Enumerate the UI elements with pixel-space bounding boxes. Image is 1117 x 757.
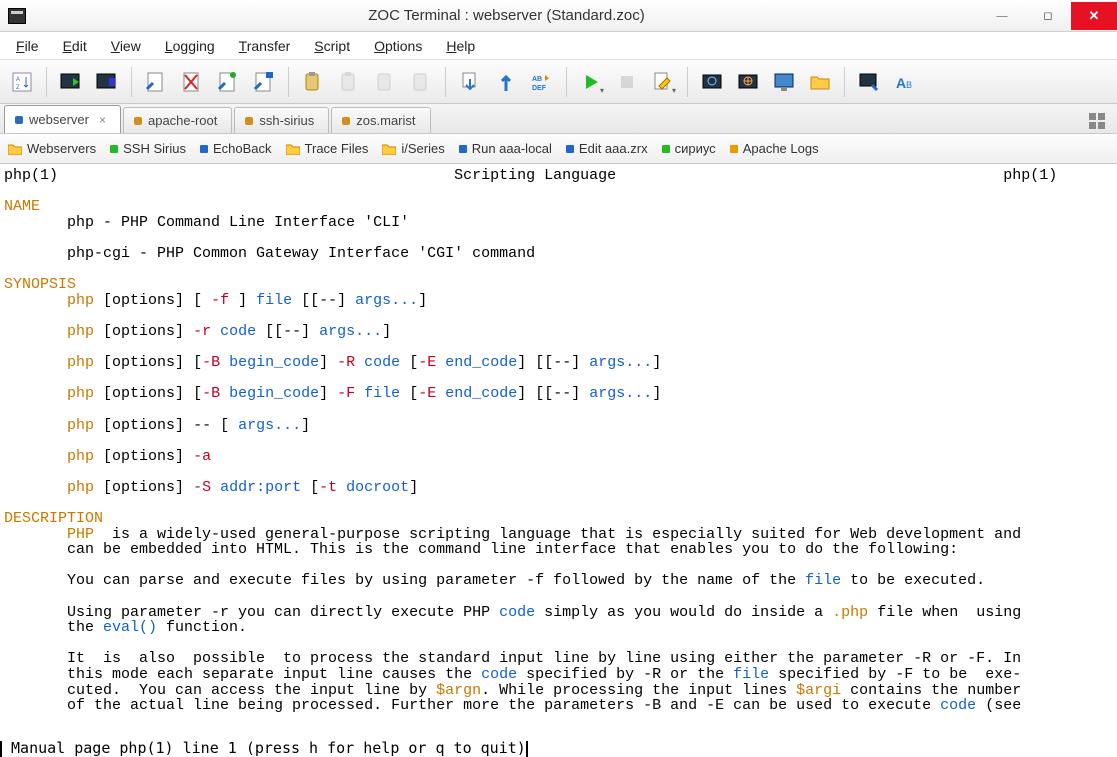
maximize-button[interactable]: ◻ — [1025, 2, 1071, 30]
edit-script-button[interactable]: ▾ — [647, 66, 679, 98]
quick-connect-2-button[interactable] — [91, 66, 123, 98]
dot-icon — [110, 145, 118, 153]
menubar: File Edit View Logging Transfer Script O… — [0, 32, 1117, 60]
titlebar: ZOC Terminal : webserver (Standard.zoc) … — [0, 0, 1117, 32]
folder-icon — [286, 143, 300, 155]
send-text-button[interactable] — [140, 66, 172, 98]
tab-label: zos.marist — [356, 113, 415, 128]
clipboard-4-button[interactable] — [405, 66, 437, 98]
clipboard-paste-button[interactable] — [333, 66, 365, 98]
menu-script[interactable]: Script — [304, 35, 360, 57]
hostdir-button[interactable]: AZ — [6, 66, 38, 98]
pager-status: Manual page php(1) line 1 (press h for h… — [0, 741, 528, 757]
dot-icon — [566, 145, 574, 153]
dot-icon — [200, 145, 208, 153]
tab-apache-root[interactable]: apache-root — [123, 107, 232, 133]
menu-file[interactable]: File — [6, 35, 49, 57]
bookmark-webservers[interactable]: Webservers — [8, 141, 96, 156]
section-description: DESCRIPTION — [4, 510, 103, 527]
tab-label: apache-root — [148, 113, 217, 128]
dot-icon — [730, 145, 738, 153]
section-synopsis: SYNOPSIS — [4, 276, 76, 293]
menu-view[interactable]: View — [101, 35, 151, 57]
svg-text:B: B — [906, 80, 912, 90]
bookmark-sirius-ru[interactable]: сириус — [662, 141, 716, 156]
folder-icon — [382, 143, 396, 155]
bookmark-edit-aaa[interactable]: Edit aaa.zrx — [566, 141, 648, 156]
svg-text:Z: Z — [16, 85, 20, 91]
screen-2-button[interactable] — [732, 66, 764, 98]
bookmark-iseries[interactable]: i/Series — [382, 141, 444, 156]
tab-label: ssh-sirius — [259, 113, 314, 128]
tab-indicator-icon — [342, 117, 350, 125]
svg-text:A: A — [16, 77, 20, 83]
send-delete-button[interactable] — [176, 66, 208, 98]
tabbar: webserver × apache-root ssh-sirius zos.m… — [0, 104, 1117, 134]
tab-zos-marist[interactable]: zos.marist — [331, 107, 430, 133]
app-icon — [8, 8, 26, 24]
screen-tool-button[interactable] — [853, 66, 885, 98]
download-button[interactable] — [454, 66, 486, 98]
quick-connect-1-button[interactable] — [55, 66, 87, 98]
upload-button[interactable] — [490, 66, 522, 98]
window-title: ZOC Terminal : webserver (Standard.zoc) — [34, 7, 979, 24]
section-name: NAME — [4, 198, 40, 215]
tab-indicator-icon — [134, 117, 142, 125]
minimize-button[interactable]: — — [979, 2, 1025, 30]
bookmark-run-aaa[interactable]: Run aaa-local — [459, 141, 552, 156]
run-script-button[interactable]: ▾ — [575, 66, 607, 98]
send-text-3-button[interactable] — [248, 66, 280, 98]
tab-webserver[interactable]: webserver × — [4, 105, 121, 133]
terminal-output[interactable]: php(1) Scripting Language php(1) NAME ph… — [0, 164, 1117, 757]
bookmark-trace-files[interactable]: Trace Files — [286, 141, 369, 156]
bookmark-bar: Webservers SSH Sirius EchoBack Trace Fil… — [0, 134, 1117, 164]
bookmark-apache-logs[interactable]: Apache Logs — [730, 141, 819, 156]
toolbar: AZ ABDEF ▾ ▾ AB — [0, 60, 1117, 104]
window-controls: — ◻ ✕ — [979, 2, 1117, 30]
svg-text:A: A — [896, 75, 906, 91]
svg-text:DEF: DEF — [532, 85, 547, 92]
tab-close-icon[interactable]: × — [99, 113, 106, 127]
stop-script-button[interactable] — [611, 66, 643, 98]
monitor-button[interactable] — [768, 66, 800, 98]
menu-options[interactable]: Options — [364, 35, 432, 57]
menu-edit[interactable]: Edit — [53, 35, 97, 57]
text-send-button[interactable]: AB DEF — [526, 66, 558, 98]
tab-label: webserver — [29, 112, 89, 127]
dot-icon — [662, 145, 670, 153]
menu-transfer[interactable]: Transfer — [229, 35, 301, 57]
screen-1-button[interactable] — [696, 66, 728, 98]
folder-icon — [8, 143, 22, 155]
svg-text:AB: AB — [532, 76, 542, 83]
bookmark-echoback[interactable]: EchoBack — [200, 141, 272, 156]
tab-ssh-sirius[interactable]: ssh-sirius — [234, 107, 329, 133]
bookmark-ssh-sirius[interactable]: SSH Sirius — [110, 141, 186, 156]
clipboard-copy-button[interactable] — [297, 66, 329, 98]
menu-logging[interactable]: Logging — [155, 35, 225, 57]
dot-icon — [459, 145, 467, 153]
open-folder-button[interactable] — [804, 66, 836, 98]
tab-indicator-icon — [245, 117, 253, 125]
tab-grid-icon[interactable] — [1089, 113, 1105, 129]
close-button[interactable]: ✕ — [1071, 2, 1117, 30]
clipboard-3-button[interactable] — [369, 66, 401, 98]
send-text-2-button[interactable] — [212, 66, 244, 98]
font-button[interactable]: AB — [889, 66, 921, 98]
tab-indicator-icon — [15, 116, 23, 124]
menu-help[interactable]: Help — [436, 35, 485, 57]
